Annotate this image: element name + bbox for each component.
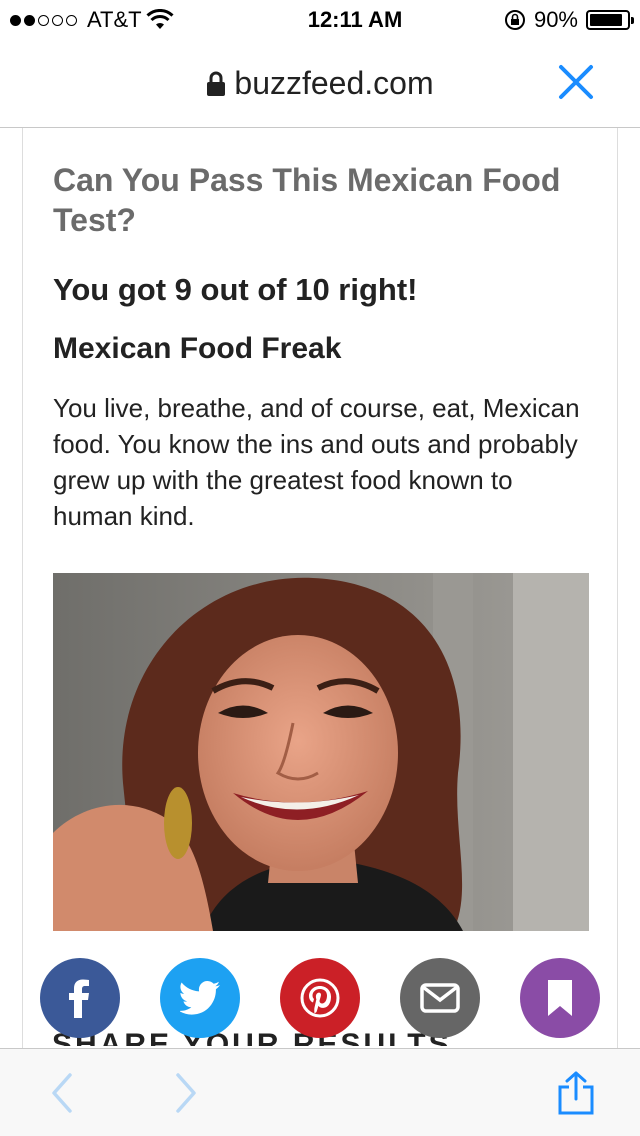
- twitter-share-button[interactable]: [160, 958, 240, 1038]
- signal-icon: [10, 14, 77, 26]
- url-text: buzzfeed.com: [234, 65, 434, 101]
- close-button[interactable]: [556, 62, 596, 102]
- address-display[interactable]: buzzfeed.com: [206, 65, 434, 102]
- result-image: [53, 573, 589, 931]
- pinterest-icon: [300, 978, 340, 1018]
- facebook-icon: [69, 979, 89, 1018]
- bookmark-button[interactable]: [520, 958, 600, 1038]
- pinterest-share-button[interactable]: [280, 958, 360, 1038]
- status-left: AT&T: [10, 7, 250, 33]
- status-right: 90%: [480, 7, 634, 33]
- chevron-left-icon: [52, 1073, 72, 1113]
- forward-button[interactable]: [164, 1071, 208, 1115]
- back-button[interactable]: [40, 1071, 84, 1115]
- close-icon: [559, 65, 593, 99]
- battery-icon: [586, 10, 634, 30]
- share-button[interactable]: [554, 1071, 598, 1115]
- quiz-score: You got 9 out of 10 right!: [53, 272, 418, 307]
- url-bar: buzzfeed.com: [0, 40, 640, 128]
- email-share-button[interactable]: [400, 958, 480, 1038]
- browser-toolbar: [0, 1048, 640, 1136]
- twitter-icon: [180, 981, 220, 1015]
- envelope-icon: [420, 983, 460, 1013]
- bookmark-icon: [548, 980, 572, 1016]
- result-title: Mexican Food Freak: [53, 332, 342, 365]
- status-bar: AT&T 12:11 AM 90%: [0, 0, 640, 40]
- chevron-right-icon: [176, 1073, 196, 1113]
- quiz-result-card: Can You Pass This Mexican Food Test? You…: [22, 128, 618, 1048]
- share-buttons: [40, 958, 600, 1038]
- status-time: 12:11 AM: [307, 7, 403, 32]
- share-icon: [558, 1071, 594, 1115]
- wifi-icon: [146, 9, 174, 29]
- lock-icon: [207, 71, 226, 96]
- result-description: You live, breathe, and of course, eat, M…: [53, 393, 580, 531]
- carrier-name: AT&T: [87, 7, 142, 32]
- quiz-title: Can You Pass This Mexican Food Test?: [53, 162, 561, 238]
- battery-percent: 90%: [533, 7, 578, 32]
- facebook-share-button[interactable]: [40, 958, 120, 1038]
- rotation-lock-icon: [504, 10, 525, 30]
